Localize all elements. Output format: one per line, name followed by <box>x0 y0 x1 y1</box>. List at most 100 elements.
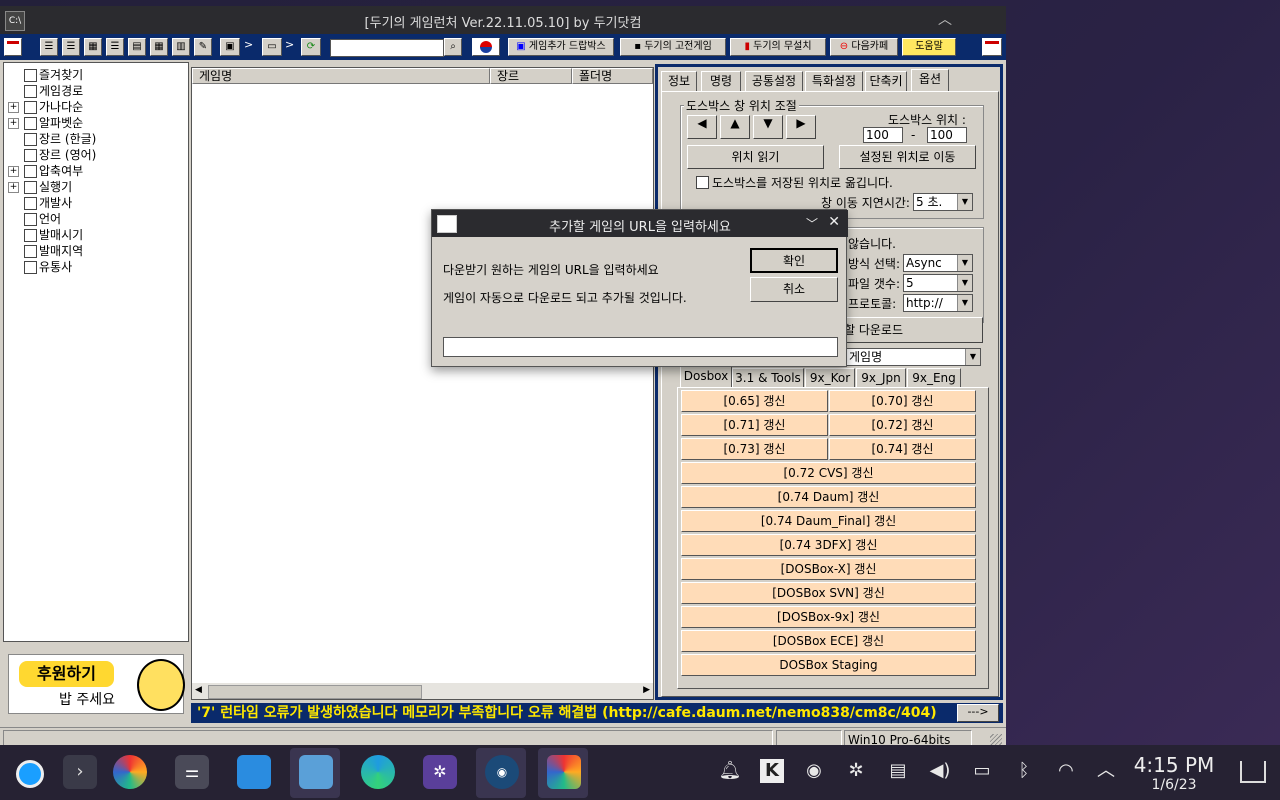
window-mode-icon[interactable] <box>982 38 1002 56</box>
tree-item-checkbox[interactable] <box>24 181 37 194</box>
scroll-left-icon[interactable]: ◀ <box>195 685 202 695</box>
dosbox-add-button[interactable]: ▣ 게임추가 드랍박스 <box>508 38 614 56</box>
url-input[interactable] <box>443 337 838 357</box>
scroll-right-icon[interactable]: ▶ <box>643 685 650 695</box>
sort-select[interactable]: 게임명 ▼ <box>846 348 981 366</box>
tab-info[interactable]: 정보 <box>661 71 697 92</box>
refresh-icon[interactable]: ⟳ <box>301 38 321 56</box>
ok-button[interactable]: 확인 <box>750 248 838 273</box>
launcher-button[interactable] <box>104 748 154 798</box>
k-app-icon[interactable]: K <box>760 759 784 783</box>
window-titlebar[interactable]: C:\ [두기의 게임런처 Ver.22.11.05.10] by 두기닷컴 ︿ <box>0 6 1006 34</box>
move-to-position-button[interactable]: 설정된 위치로 이동 <box>839 145 976 169</box>
files-button[interactable] <box>290 748 340 798</box>
tab-options[interactable]: 옵션 <box>911 69 949 92</box>
steam-menu-button[interactable] <box>4 748 54 798</box>
terminal-button[interactable]: › <box>54 748 104 798</box>
move-up-button[interactable]: ▲ <box>720 115 750 139</box>
network-tray-icon[interactable]: ✲ <box>844 759 868 783</box>
game-launcher-button[interactable] <box>538 748 588 798</box>
position-y-input[interactable]: 100 <box>927 127 967 143</box>
tree-item-checkbox[interactable] <box>24 229 37 242</box>
update-button[interactable]: [0.70] 갱신 <box>829 390 976 412</box>
subtab-1[interactable]: 3.1 & Tools <box>732 368 804 388</box>
tree-item-checkbox[interactable] <box>24 245 37 258</box>
tree-item-checkbox[interactable] <box>24 197 37 210</box>
update-button[interactable]: [0.65] 갱신 <box>681 390 828 412</box>
notification-icon[interactable]: 🔔︎ <box>718 759 742 783</box>
delay-select[interactable]: 5 초. ▼ <box>913 193 973 211</box>
cancel-button[interactable]: 취소 <box>750 277 838 302</box>
view-detail-icon[interactable]: ☰ <box>62 38 80 56</box>
subtab-4[interactable]: 9x_Eng <box>907 368 961 388</box>
steam-button[interactable]: ◉ <box>476 748 526 798</box>
category-tree[interactable]: 즐겨찾기 게임경로 + 가나다순 + 알파벳순 장르 (한글) 장르 (영어) + 압축여부 + 실행… <box>3 62 189 642</box>
tree-item-checkbox[interactable] <box>24 213 37 226</box>
notice-next-button[interactable]: ---> <box>957 704 999 722</box>
update-button[interactable]: [0.71] 갱신 <box>681 414 828 436</box>
update-button[interactable]: [DOSBox-9x] 갱신 <box>681 606 976 628</box>
steam-tray-icon[interactable]: ◉ <box>802 759 826 783</box>
mode-select[interactable]: Async ▼ <box>903 254 973 272</box>
tab-command[interactable]: 명령 <box>701 71 741 92</box>
scrollbar-thumb[interactable] <box>208 685 422 699</box>
update-button[interactable]: [0.72 CVS] 갱신 <box>681 462 976 484</box>
view-large-icon[interactable]: ▦ <box>150 38 168 56</box>
tree-item-checkbox[interactable] <box>24 117 37 130</box>
search-input[interactable] <box>330 39 444 57</box>
subtab-0[interactable]: Dosbox <box>680 366 732 388</box>
maximize-icon[interactable]: ︿ <box>938 9 952 29</box>
column-header-folder[interactable]: 폴더명 <box>572 68 653 84</box>
update-button[interactable]: [DOSBox ECE] 갱신 <box>681 630 976 652</box>
daum-cafe-button[interactable]: ⊖ 다음카페 <box>830 38 898 56</box>
move-down-button[interactable]: ▼ <box>753 115 783 139</box>
dialog-titlebar[interactable]: 추가할 게임의 URL을 입력하세요 ﹀ ✕ <box>432 210 848 237</box>
dugi-free-button[interactable]: ▮ 두기의 무설치 <box>730 38 826 56</box>
view-report-icon[interactable]: ☰ <box>106 38 124 56</box>
column-header-name[interactable]: 게임명 <box>192 68 490 84</box>
settings-button[interactable]: ⚌ <box>166 748 216 798</box>
view-small-icon[interactable]: ▤ <box>128 38 146 56</box>
network-tool-button[interactable]: ✲ <box>414 748 464 798</box>
column-header-genre[interactable]: 장르 <box>490 68 572 84</box>
dialog-close-icon[interactable]: ✕ <box>828 214 840 230</box>
chevron-up-icon[interactable]: ︿ <box>1094 759 1118 783</box>
korea-flag-icon[interactable] <box>472 38 500 56</box>
update-button[interactable]: [0.74] 갱신 <box>829 438 976 460</box>
update-button[interactable]: [0.73] 갱신 <box>681 438 828 460</box>
view-list-icon[interactable]: ☰ <box>40 38 58 56</box>
help-button[interactable]: 도움말 <box>902 38 956 56</box>
update-button[interactable]: [0.74 Daum_Final] 갱신 <box>681 510 976 532</box>
expand-icon[interactable]: + <box>8 166 19 177</box>
move-right-button[interactable]: ▶ <box>786 115 816 139</box>
tab-special[interactable]: 특화설정 <box>805 71 863 92</box>
update-button[interactable]: [DOSBox-X] 갱신 <box>681 558 976 580</box>
view-grid-icon[interactable]: ▦ <box>84 38 102 56</box>
expand-icon[interactable]: + <box>8 182 19 193</box>
clock-date[interactable]: 1/6/23 <box>1126 777 1222 793</box>
update-button[interactable]: [DOSBox SVN] 갱신 <box>681 582 976 604</box>
read-position-button[interactable]: 위치 읽기 <box>687 145 824 169</box>
clock-time[interactable]: 4:15 PM <box>1126 753 1222 777</box>
tab-common[interactable]: 공통설정 <box>745 71 803 92</box>
folder-icon[interactable]: ▭ <box>262 38 282 56</box>
tab-shortcut[interactable]: 단축키 <box>865 71 907 92</box>
wifi-icon[interactable]: ◠ <box>1054 759 1078 783</box>
dos-run-icon[interactable]: ▣ <box>220 38 240 56</box>
edge-button[interactable] <box>352 748 402 798</box>
subtab-2[interactable]: 9x_Kor <box>805 368 855 388</box>
tree-item-checkbox[interactable] <box>24 149 37 162</box>
protocol-select[interactable]: http://▼ <box>903 294 973 312</box>
battery-icon[interactable]: ▭ <box>970 759 994 783</box>
store-button[interactable] <box>228 748 278 798</box>
dialog-minimize-icon[interactable]: ﹀ <box>806 215 818 232</box>
window-layout-icon[interactable] <box>4 38 22 56</box>
file-count-select[interactable]: 5 ▼ <box>903 274 973 292</box>
notice-text[interactable]: '7' 런타임 오류가 발생하였습니다 메모리가 부족합니다 오류 해결법 (h… <box>197 703 937 723</box>
donate-banner[interactable]: 후원하기 밥 주세요 <box>8 654 185 714</box>
volume-icon[interactable]: ◀) <box>928 759 952 783</box>
tree-item-checkbox[interactable] <box>24 261 37 274</box>
position-x-input[interactable]: 100 <box>863 127 903 143</box>
binoculars-icon[interactable]: ⌕ <box>444 38 462 56</box>
tree-item-checkbox[interactable] <box>24 101 37 114</box>
